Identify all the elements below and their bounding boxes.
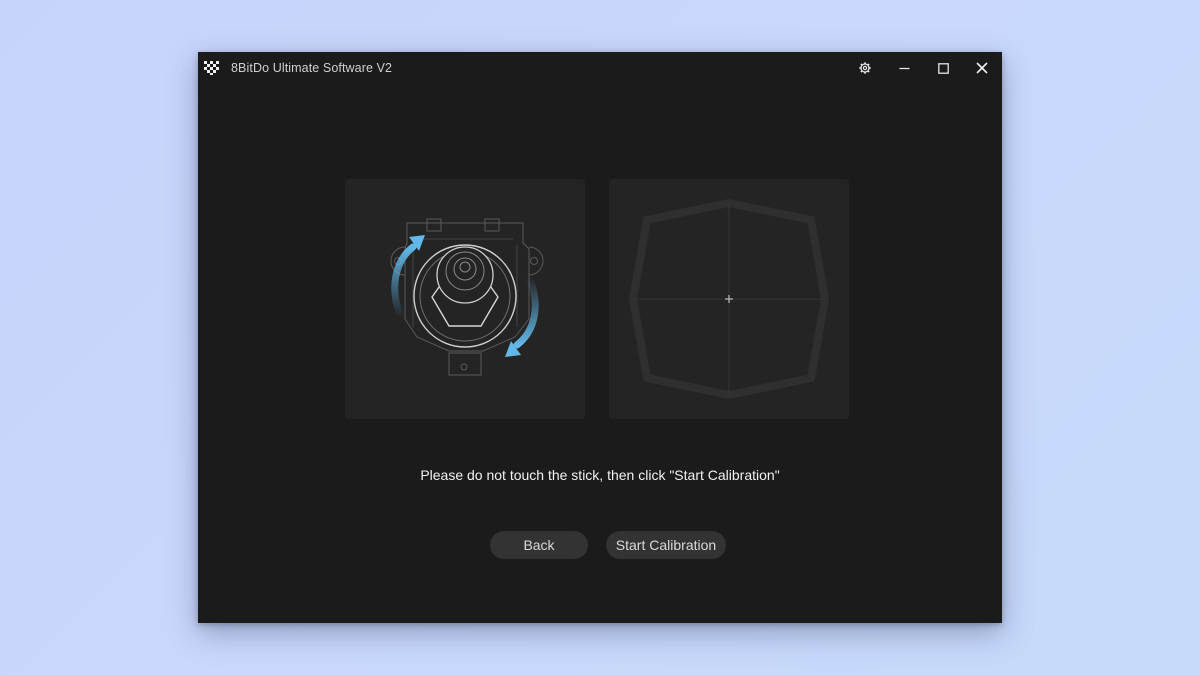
window-title: 8BitDo Ultimate Software V2	[231, 61, 393, 75]
calibration-instruction: Please do not touch the stick, then clic…	[420, 467, 780, 483]
app-logo-icon	[204, 61, 219, 75]
minimize-button[interactable]	[885, 52, 923, 84]
stick-range-octagon	[629, 199, 829, 399]
title-bar[interactable]: 8BitDo Ultimate Software V2	[198, 52, 1002, 84]
close-icon	[976, 62, 988, 74]
maximize-icon	[937, 62, 949, 74]
maximize-button[interactable]	[924, 52, 962, 84]
minimize-icon	[899, 67, 909, 69]
gear-icon	[859, 62, 871, 74]
start-calibration-button[interactable]: Start Calibration	[606, 531, 726, 559]
settings-button[interactable]	[846, 52, 884, 84]
stick-range-panel	[609, 179, 849, 419]
joystick-illustration-panel	[345, 179, 585, 419]
close-button[interactable]	[963, 52, 1001, 84]
app-window: 8BitDo Ultimate Software V2 Please do no…	[198, 52, 1002, 623]
back-button[interactable]: Back	[490, 531, 588, 559]
joystick-rotate-icon	[390, 218, 544, 376]
